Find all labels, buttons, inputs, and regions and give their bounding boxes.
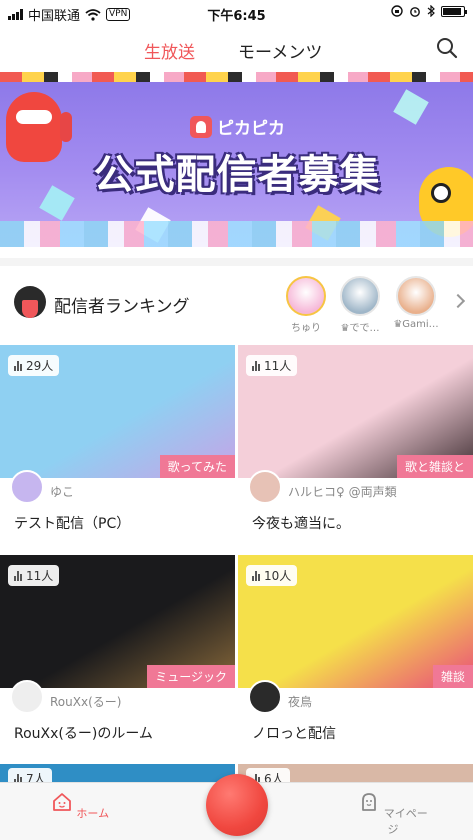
stream-owner: RouXx(るー) xyxy=(10,680,121,714)
owner-name: ハルヒコ♀ @両声類 xyxy=(288,484,397,499)
status-bar: 中国联通 VPN 下午6:45 xyxy=(0,0,473,26)
banner-stripe xyxy=(0,72,473,82)
battery-icon xyxy=(441,5,467,17)
tab-moments[interactable]: モーメンツ xyxy=(238,38,322,63)
tab-home[interactable]: ホーム xyxy=(40,791,120,821)
viewer-count: 11人 xyxy=(246,355,298,376)
banner-title: 公式配信者募集 xyxy=(93,152,381,198)
bluetooth-icon xyxy=(427,5,435,17)
chevron-right-icon[interactable] xyxy=(450,293,466,309)
stream-thumbnail: 11人 歌と雑談と xyxy=(238,345,473,478)
genre-tag: 雑談 xyxy=(432,665,473,688)
ranking-user-3[interactable]: ♛Gami… xyxy=(392,276,440,330)
stream-thumbnail: 11人 ミュージック xyxy=(0,555,235,688)
stream-card[interactable]: 11人 歌と雑談と ハルヒコ♀ @両声類 今夜も適当に。 xyxy=(238,345,473,550)
avatar xyxy=(396,276,436,316)
ranking-user-1[interactable]: ちゅり xyxy=(282,276,330,334)
banner-brand: ピカピカ xyxy=(190,114,285,139)
stream-title: RouXx(るー)のルーム xyxy=(14,726,153,742)
owner-name: ゆこ xyxy=(50,484,75,499)
tab-live[interactable]: 生放送 xyxy=(144,38,195,63)
viewer-count: 29人 xyxy=(8,355,60,376)
alarm-icon xyxy=(410,7,420,17)
tab-home-label: ホーム xyxy=(76,807,110,820)
streamer-ranking[interactable]: 配信者ランキング ちゅり ♛でで… ♛Gami… xyxy=(0,258,473,336)
stream-title: 今夜も適当に。 xyxy=(252,516,350,532)
avatar xyxy=(340,276,380,316)
viewer-count-text: 10人 xyxy=(264,569,292,583)
ranking-mascot-icon xyxy=(14,286,46,318)
cube-illustration xyxy=(393,89,429,125)
mypage-icon xyxy=(362,793,377,811)
brand-logo-icon xyxy=(190,115,212,138)
avatar xyxy=(248,680,282,714)
stream-thumbnail: 10人 雑談 xyxy=(238,555,473,688)
go-live-button[interactable] xyxy=(206,774,268,836)
ranking-user-name: ちゅり xyxy=(291,323,321,334)
stream-owner: 夜鳥 xyxy=(248,680,312,714)
avatar xyxy=(10,470,44,504)
stream-title: ノロっと配信 xyxy=(252,726,336,742)
status-right xyxy=(391,5,467,17)
viewer-count: 10人 xyxy=(246,565,298,586)
stream-card[interactable]: 10人 雑談 夜鳥 ノロっと配信 xyxy=(238,555,473,760)
cube-illustration xyxy=(39,185,75,221)
stream-thumbnail: 29人 歌ってみた xyxy=(0,345,235,478)
search-icon[interactable] xyxy=(435,36,459,60)
owner-name: 夜鳥 xyxy=(288,694,313,709)
avatar xyxy=(286,276,326,316)
ranking-user-name: ♛でで… xyxy=(340,323,380,334)
banner-brand-name: ピカピカ xyxy=(217,119,285,139)
viewer-count-text: 29人 xyxy=(26,359,54,373)
stream-owner: ゆこ xyxy=(10,470,74,504)
home-icon xyxy=(53,793,71,811)
viewer-count: 11人 xyxy=(8,565,60,586)
viewer-count-text: 11人 xyxy=(264,359,292,373)
avatar xyxy=(248,470,282,504)
stream-owner: ハルヒコ♀ @両声類 xyxy=(248,470,397,504)
ranking-title: 配信者ランキング xyxy=(54,297,190,317)
banner-floor xyxy=(0,221,473,247)
genre-tag: 歌と雑談と xyxy=(396,455,473,478)
ranking-user-name: ♛Gami… xyxy=(393,319,439,330)
tab-mypage[interactable]: マイページ xyxy=(353,791,433,837)
tab-mypage-label: マイページ xyxy=(383,807,428,836)
genre-tag: 歌ってみた xyxy=(159,455,235,478)
stream-card[interactable]: 11人 ミュージック RouXx(るー) RouXx(るー)のルーム xyxy=(0,555,235,760)
stream-title: テスト配信（PC） xyxy=(14,516,131,532)
stream-card[interactable]: 29人 歌ってみた ゆこ テスト配信（PC） xyxy=(0,345,235,550)
avatar xyxy=(10,680,44,714)
top-nav: 生放送 モーメンツ xyxy=(0,28,473,72)
microphone-illustration xyxy=(60,112,72,142)
viewers-icon xyxy=(14,360,22,371)
red-mascot-illustration xyxy=(6,92,62,162)
genre-tag: ミュージック xyxy=(147,665,235,688)
viewers-icon xyxy=(252,360,260,371)
owner-name: RouXx(るー) xyxy=(50,694,122,709)
promo-banner[interactable]: ピカピカ 公式配信者募集 xyxy=(0,72,473,247)
viewers-icon xyxy=(14,570,22,581)
viewer-count-text: 11人 xyxy=(26,569,54,583)
rotation-lock-icon xyxy=(391,5,403,17)
ranking-user-2[interactable]: ♛でで… xyxy=(336,276,384,334)
viewers-icon xyxy=(252,570,260,581)
